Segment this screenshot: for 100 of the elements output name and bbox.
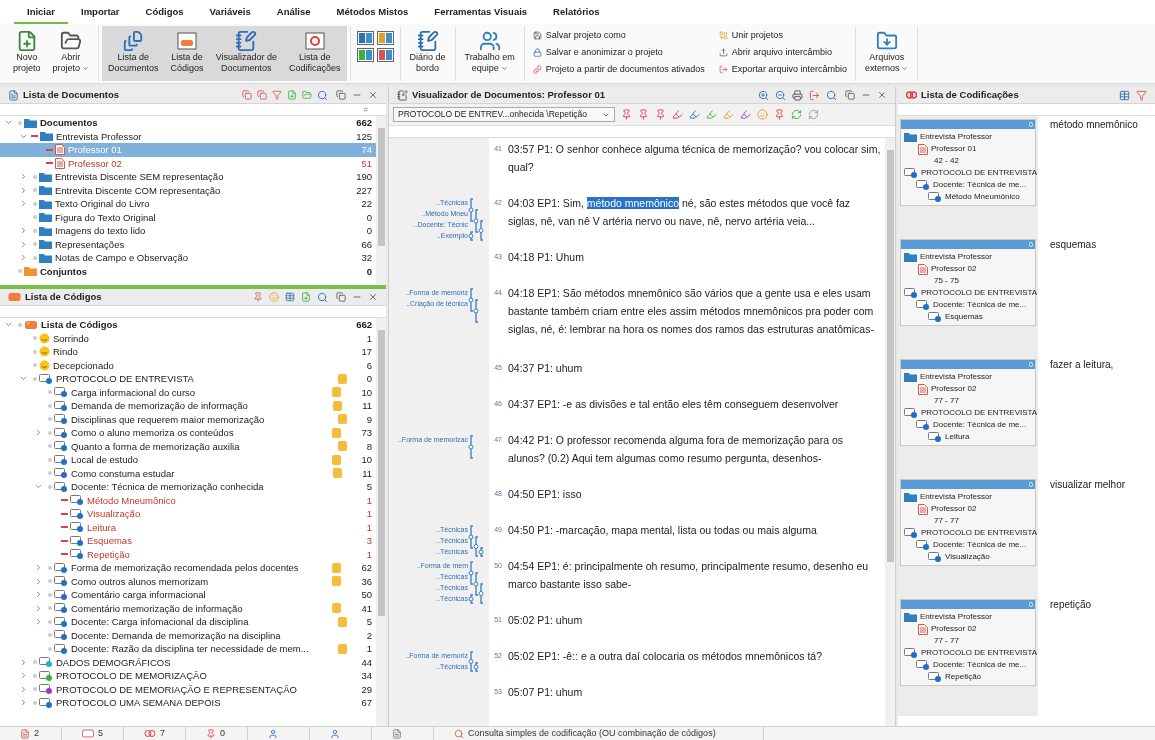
new-folder-icon[interactable] (302, 90, 312, 100)
memo-icon[interactable] (332, 562, 342, 573)
filter-icon[interactable] (272, 90, 282, 100)
menu-tab[interactable]: Métodos Mistos (323, 4, 422, 24)
memo-icon[interactable] (333, 400, 343, 411)
tree-row[interactable]: Docente: Razão da disciplina ter necessidade de mem... 1 (0, 642, 376, 656)
tree-row[interactable]: Local de estudo 10 (0, 453, 376, 467)
highlighter-icon[interactable] (672, 109, 683, 120)
tree-row[interactable]: Como o aluno memoriza os conteúdos 73 (0, 426, 376, 440)
collapse-chevron-icon[interactable] (19, 172, 28, 182)
ribbon-small-button[interactable]: Exportar arquivo intercâmbio (718, 63, 847, 76)
toolbar-icon[interactable] (257, 90, 267, 100)
tree-row[interactable]: Docente: Técnica de memorização conhecida 5 (0, 480, 376, 494)
menu-tab[interactable]: Análise (263, 4, 324, 24)
tree-row[interactable]: Notas de Campo e Observação 32 (0, 251, 376, 265)
toolbar-icon[interactable] (253, 292, 263, 302)
layout-icon[interactable] (376, 48, 394, 62)
zoom-out-icon[interactable] (775, 89, 786, 101)
memo-icon[interactable] (332, 603, 342, 614)
new-document-icon[interactable] (287, 90, 297, 100)
collapse-chevron-icon[interactable] (34, 590, 43, 600)
collapse-chevron-icon[interactable] (19, 226, 28, 236)
collapse-chevron-icon[interactable] (19, 671, 28, 681)
new-code-icon[interactable] (301, 292, 311, 302)
emoji-icon[interactable] (757, 109, 768, 120)
ribbon-button[interactable]: Visualizador de Documentos (209, 26, 283, 81)
tree-row[interactable]: Representações 66 (0, 237, 376, 251)
memo-icon[interactable] (337, 414, 347, 425)
memo-icon[interactable] (337, 373, 347, 384)
ribbon-button[interactable]: Lista de Codificações (283, 26, 347, 81)
zoom-in-icon[interactable] (758, 89, 769, 101)
tree-row[interactable]: Texto Original do Livro 22 (0, 197, 376, 211)
highlighter-icon[interactable] (706, 109, 717, 120)
ribbon-button[interactable]: Abrir projeto (46, 26, 96, 81)
ribbon-button[interactable]: Arquivos externos (858, 26, 915, 81)
export-icon[interactable] (809, 89, 820, 101)
scrollbar[interactable] (376, 116, 386, 285)
collapse-chevron-icon[interactable] (19, 185, 28, 195)
memo-icon[interactable] (337, 616, 347, 627)
tree-row[interactable]: Comentário memorização de informação 41 (0, 601, 376, 615)
menu-tab[interactable]: Códigos (132, 4, 197, 24)
tree-row[interactable]: Rindo 17 (0, 345, 376, 359)
tree-row[interactable]: Como constuma estudar 11 (0, 466, 376, 480)
tree-row[interactable]: Imagens do texto lido 0 (0, 224, 376, 238)
tree-row[interactable]: Como outros alunos memorizam 36 (0, 574, 376, 588)
code-pin-icon[interactable] (638, 109, 649, 120)
undock-icon[interactable] (336, 292, 346, 302)
collapse-chevron-icon[interactable] (34, 603, 43, 613)
tree-row[interactable]: Leitura 1 (0, 520, 376, 534)
tree-row[interactable]: Esquemas 3 (0, 534, 376, 548)
tree-row[interactable]: Método Mneumônico 1 (0, 493, 376, 507)
tree-row[interactable]: Entrevita Discente COM representação 227 (0, 183, 376, 197)
close-icon[interactable] (877, 90, 887, 100)
menu-tab[interactable]: Ferramentas Visuais (421, 4, 541, 24)
ribbon-button[interactable]: Diário de bordo (403, 26, 452, 81)
tree-row[interactable]: Carga informacional do curso 10 (0, 385, 376, 399)
ribbon-small-button[interactable]: Abrir arquivo intercâmbio (718, 46, 847, 59)
collapse-chevron-icon[interactable] (19, 684, 28, 694)
layout-icon[interactable] (376, 31, 394, 45)
highlighter-icon[interactable] (689, 109, 700, 120)
memo-icon[interactable] (332, 427, 342, 438)
collapse-chevron-icon[interactable] (19, 698, 28, 708)
memo-icon[interactable] (332, 576, 342, 587)
ribbon-button[interactable]: Novo projeto (7, 26, 47, 81)
collapse-chevron-icon[interactable] (34, 576, 43, 586)
filter-icon[interactable] (1136, 89, 1147, 101)
ribbon-small-button[interactable]: Projeto a partir de documentos ativados (532, 63, 705, 76)
code-pin-icon[interactable] (774, 109, 785, 120)
tree-row[interactable]: Figura do Texto Original 0 (0, 210, 376, 224)
menu-tab[interactable]: Variáveis (196, 4, 264, 24)
memo-icon[interactable] (337, 643, 347, 654)
menu-tab[interactable]: Relatórios (540, 4, 613, 24)
tree-row[interactable]: PROTOCOLO DE MEMORIZAÇÃO 34 (0, 669, 376, 683)
tree-row[interactable]: Disciplinas que requerem maior memorização 9 (0, 412, 376, 426)
layout-icon[interactable] (356, 48, 374, 62)
tree-row[interactable]: Conjuntos 0 (0, 264, 376, 278)
tree-row[interactable]: Entrevista Discente SEM representação 190 (0, 170, 376, 184)
tree-row[interactable]: PROTOCOLO DE ENTREVISTA 0 (0, 372, 376, 386)
tree-row[interactable]: Demanda de memorização de informação 11 (0, 399, 376, 413)
scrollbar[interactable] (376, 318, 386, 726)
tree-row[interactable]: DADOS DEMOGRÁFICOS 44 (0, 655, 376, 669)
tree-row[interactable]: Comentário carga informacional 50 (0, 588, 376, 602)
undock-icon[interactable] (336, 90, 346, 100)
collapse-chevron-icon[interactable] (19, 199, 28, 209)
coding-stripes-drawing[interactable] (468, 197, 486, 241)
menu-tab[interactable]: Importar (68, 4, 133, 24)
memo-icon[interactable] (333, 468, 343, 479)
ribbon-button[interactable]: Trabalho em equipe (458, 26, 521, 81)
collapse-chevron-icon[interactable] (19, 239, 28, 249)
code-selector-dropdown[interactable]: PROTOCOLO DE ENTREV...onhecida \Repetição (393, 107, 615, 122)
highlighter-icon[interactable] (723, 109, 734, 120)
toolbar-icon[interactable] (242, 90, 252, 100)
highlighter-icon[interactable] (740, 109, 751, 120)
tree-row[interactable]: Sorrindo 1 (0, 331, 376, 345)
code-pin-icon[interactable] (621, 109, 632, 120)
ribbon-button[interactable]: Lista de Documentos (102, 26, 165, 81)
tree-row[interactable]: Docente: Carga infomacional da disciplina 5 (0, 615, 376, 629)
search-icon[interactable] (317, 291, 328, 303)
memo-icon[interactable] (332, 387, 342, 398)
table-icon[interactable] (285, 292, 295, 302)
